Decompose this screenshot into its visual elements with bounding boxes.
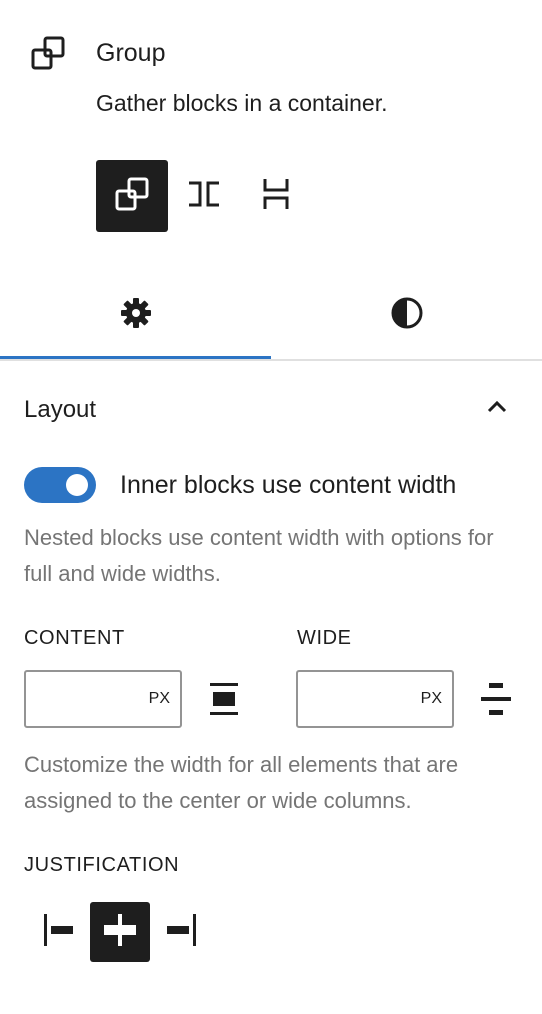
justify-right-button[interactable] xyxy=(150,902,210,962)
panel-collapse-button[interactable] xyxy=(480,392,514,426)
content-label: CONTENT xyxy=(24,627,125,649)
width-help-text: Customize the width for all elements tha… xyxy=(24,752,459,813)
wide-width-icon xyxy=(481,683,511,715)
layout-panel-title[interactable]: Layout xyxy=(24,393,96,427)
tab-settings[interactable] xyxy=(0,272,271,358)
tabs-divider xyxy=(0,359,542,361)
wide-width-input[interactable] xyxy=(298,672,428,726)
block-description: Gather blocks in a container. xyxy=(96,90,388,116)
active-tab-indicator xyxy=(0,356,271,359)
justify-left-icon xyxy=(40,913,80,952)
toggle-label: Inner blocks use content width xyxy=(120,471,457,499)
row-icon xyxy=(186,176,222,217)
block-title: Group xyxy=(96,39,166,67)
justify-center-button[interactable] xyxy=(90,902,150,962)
justification-label: JUSTIFICATION xyxy=(24,854,180,876)
content-unit[interactable]: PX xyxy=(149,672,170,726)
variation-stack-button[interactable] xyxy=(240,160,312,232)
justify-right-icon xyxy=(160,913,200,952)
wide-unit[interactable]: PX xyxy=(421,672,442,726)
stack-icon xyxy=(258,176,294,217)
group-block-icon xyxy=(30,35,66,71)
content-width-icon xyxy=(209,683,239,715)
content-width-field[interactable]: PX xyxy=(24,670,182,728)
justify-left-button[interactable] xyxy=(30,902,90,962)
wide-width-field[interactable]: PX xyxy=(296,670,454,728)
gear-icon xyxy=(119,296,153,335)
group-icon xyxy=(114,176,150,217)
variation-row-button[interactable] xyxy=(168,160,240,232)
content-width-input[interactable] xyxy=(26,672,156,726)
wide-label: WIDE xyxy=(297,627,352,649)
toggle-thumb xyxy=(66,474,88,496)
toggle-help-text: Nested blocks use content width with opt… xyxy=(24,525,494,586)
variation-group-button[interactable] xyxy=(96,160,168,232)
justify-center-icon xyxy=(100,910,140,955)
tab-styles[interactable] xyxy=(271,272,542,358)
half-circle-icon xyxy=(390,296,424,335)
chevron-up-icon xyxy=(484,394,510,425)
